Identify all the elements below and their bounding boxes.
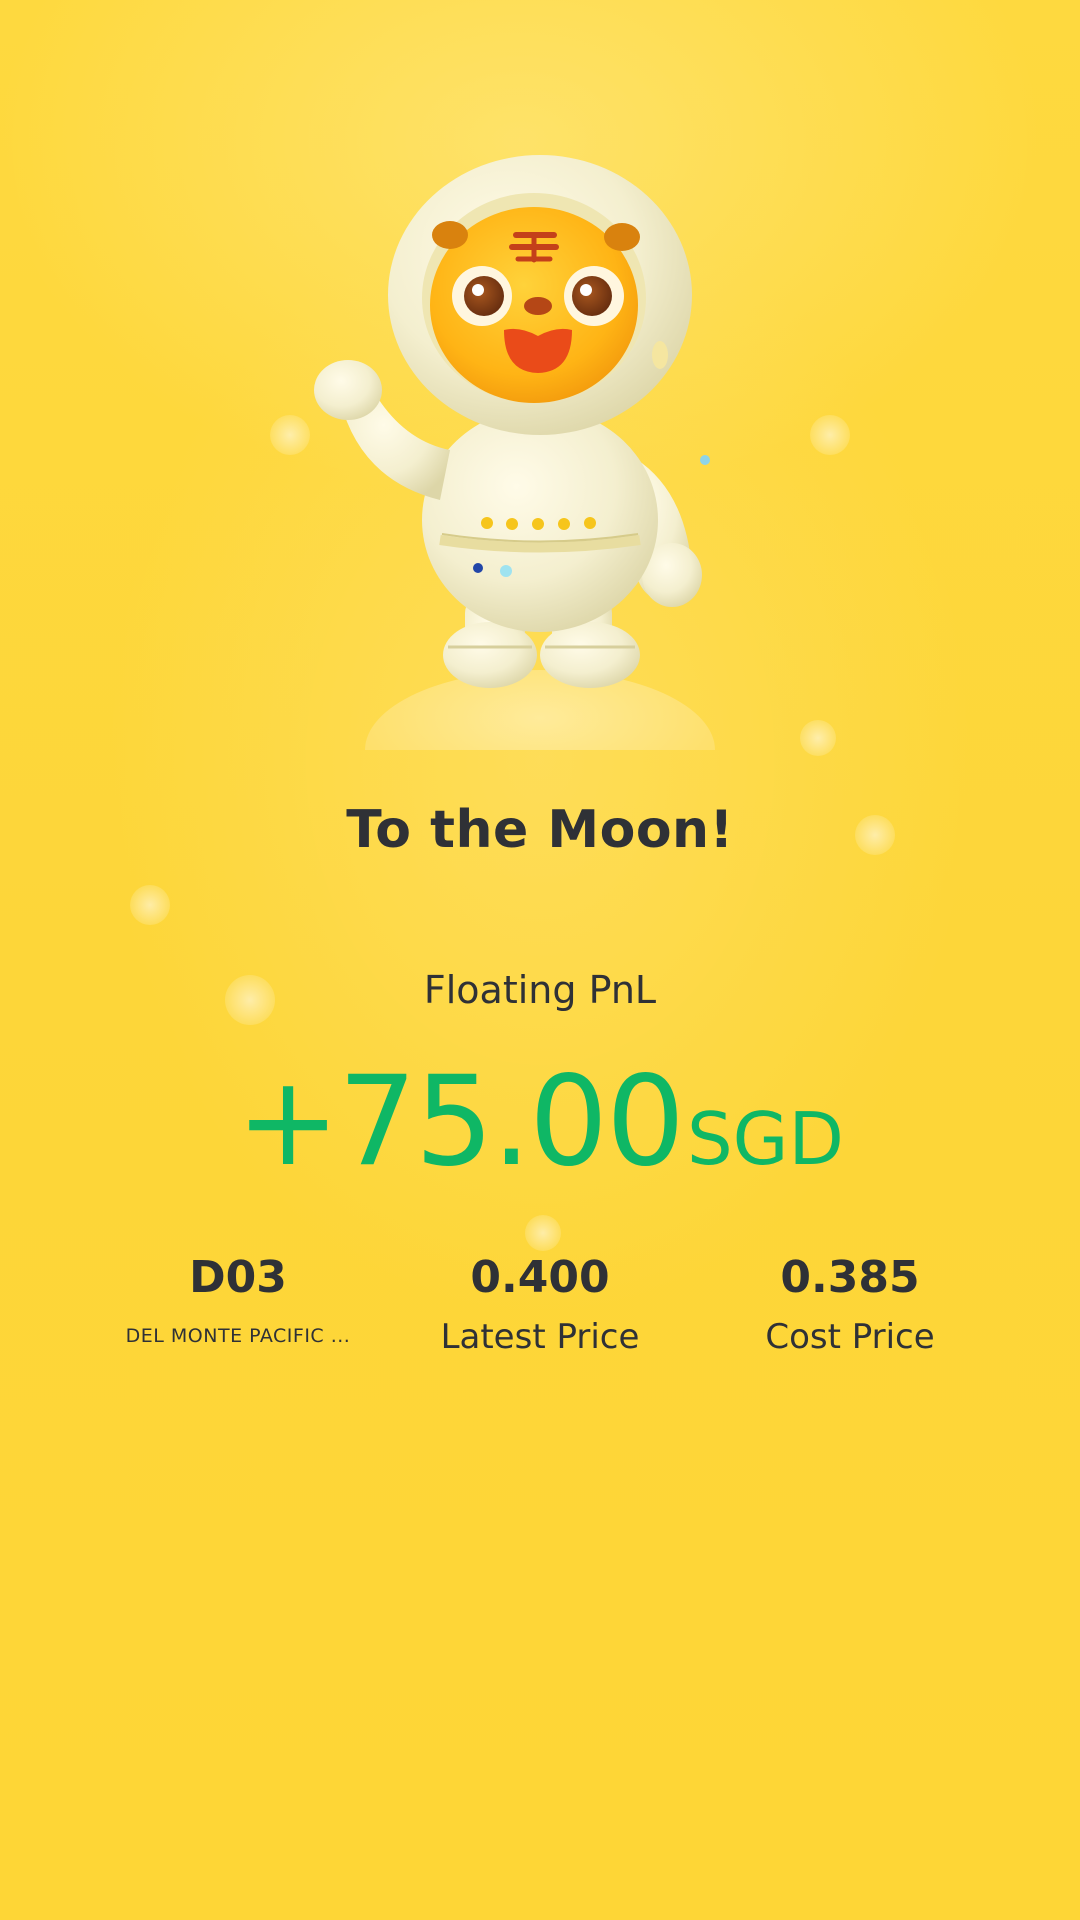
stock-stats-row: D03 DEL MONTE PACIFIC ... 0.400 Latest P… [0, 1252, 1080, 1382]
latest-price-label: Latest Price [440, 1317, 640, 1357]
sparkle-decoration [130, 885, 170, 925]
sparkle-decoration [800, 720, 836, 756]
floating-pnl-amount: +75.00SGD [0, 1050, 1080, 1194]
tiger-astronaut-mascot-icon [290, 150, 790, 750]
floating-pnl-value: +75.00 [236, 1050, 685, 1194]
latest-price-value: 0.400 [470, 1252, 610, 1303]
cost-price-value: 0.385 [780, 1252, 920, 1303]
floating-pnl-label: Floating PnL [423, 968, 657, 1012]
stock-name: DEL MONTE PACIFIC ... [125, 1325, 351, 1347]
sparkle-decoration [810, 415, 850, 455]
cost-price-label: Cost Price [765, 1317, 935, 1357]
stock-info: D03 DEL MONTE PACIFIC ... [108, 1252, 368, 1347]
page-title: To the Moon! [346, 800, 734, 860]
latest-price-info: 0.400 Latest Price [420, 1252, 660, 1357]
sparkle-decoration [525, 1215, 561, 1251]
stock-code: D03 [189, 1252, 287, 1303]
floating-pnl-currency: SGD [686, 1097, 844, 1181]
cost-price-info: 0.385 Cost Price [740, 1252, 960, 1357]
